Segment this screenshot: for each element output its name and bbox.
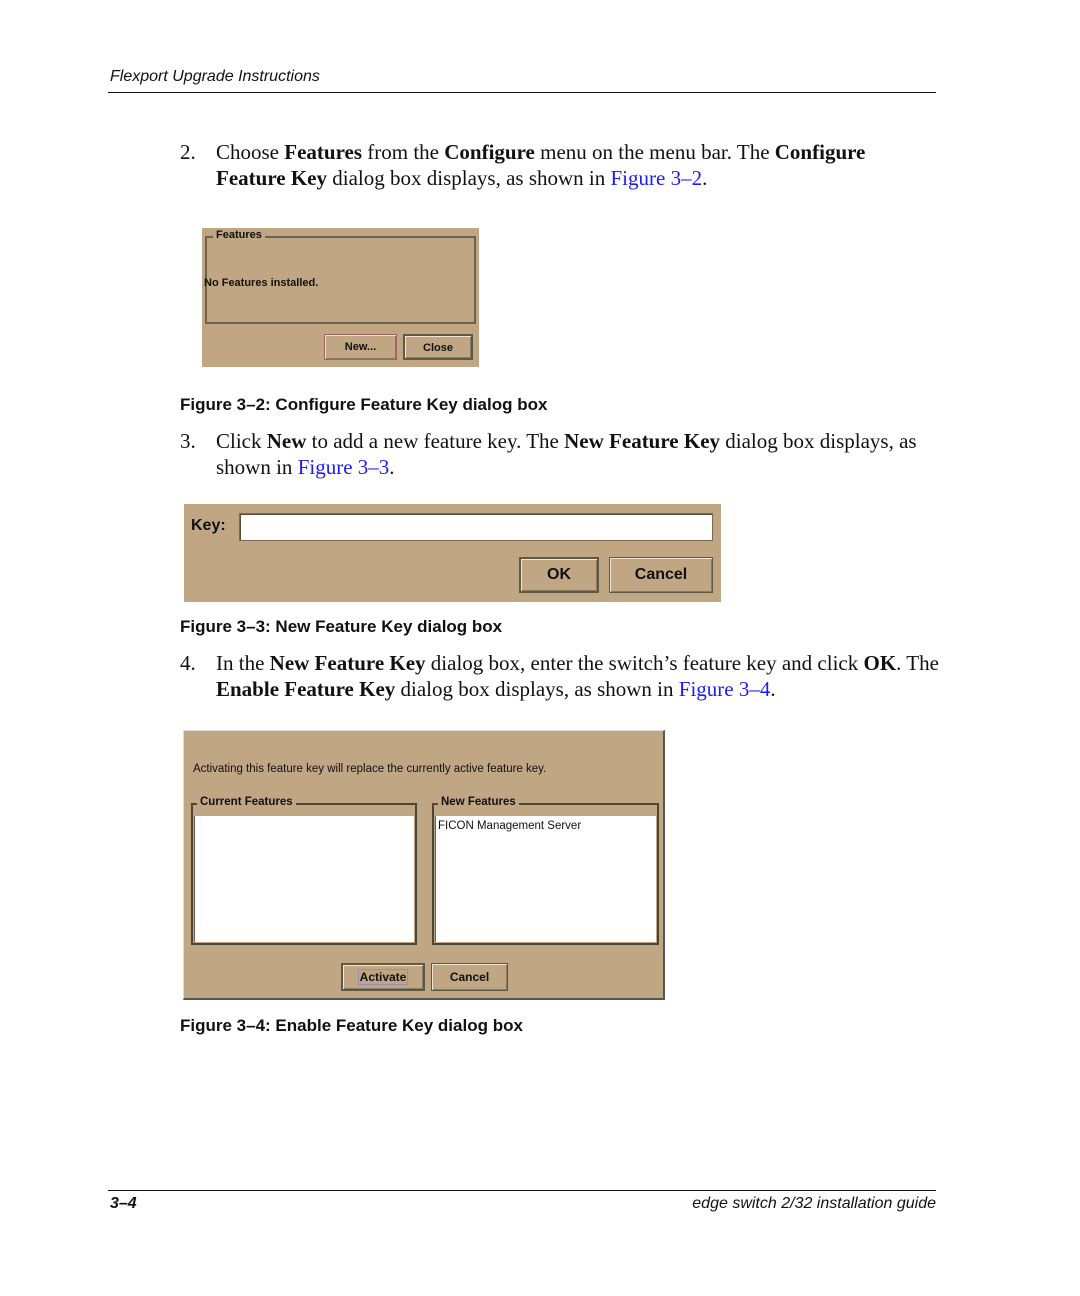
bold-term: Features <box>284 140 363 164</box>
step-text-run: menu on the menu bar. The <box>534 140 775 164</box>
new-features-title: New Features <box>438 796 519 808</box>
new-button-label: New... <box>344 341 377 353</box>
close-button[interactable]: Close <box>403 334 473 360</box>
step-text-run: to add a new feature key. The <box>306 429 565 453</box>
bold-term: Configure <box>444 140 535 164</box>
header-rule <box>108 92 936 93</box>
running-header: Flexport Upgrade Instructions <box>110 68 320 85</box>
configure-feature-key-dialog: Features No Features installed. New... C… <box>202 228 479 367</box>
step-text: Click New to add a new feature key. The … <box>216 428 940 480</box>
figure-link[interactable]: Figure 3–2 <box>611 166 703 190</box>
step-text-run: In the <box>216 651 270 675</box>
step-text-run: . <box>770 677 776 701</box>
step-text: In the New Feature Key dialog box, enter… <box>216 650 940 702</box>
step-number: 2. <box>180 140 196 164</box>
step-number: 4. <box>180 651 196 675</box>
new-button[interactable]: New... <box>324 334 397 360</box>
activate-button-label: Activate <box>357 969 409 985</box>
footer-rule <box>108 1190 936 1191</box>
figure-link[interactable]: Figure 3–3 <box>298 455 390 479</box>
activate-button[interactable]: Activate <box>341 963 425 991</box>
enable-feature-key-dialog: Activating this feature key will replace… <box>183 730 665 1000</box>
step-number: 3. <box>180 429 196 453</box>
step-text-run: Click <box>216 429 267 453</box>
figure-caption-3-3: Figure 3–3: New Feature Key dialog box <box>180 617 503 636</box>
feature-list-item[interactable]: FICON Management Server <box>436 816 656 836</box>
features-group-title: Features <box>213 229 265 241</box>
step-3: 3. Click New to add a new feature key. T… <box>180 428 940 480</box>
step-4: 4. In the New Feature Key dialog box, en… <box>180 650 940 702</box>
bold-term: New <box>266 429 307 453</box>
step-text-run: . <box>389 455 395 479</box>
step-text-run: dialog box displays, as shown in <box>395 677 679 701</box>
book-title: edge switch 2/32 installation guide <box>692 1195 936 1212</box>
current-features-list[interactable] <box>194 816 414 942</box>
bold-term: Enable Feature Key <box>216 677 396 701</box>
figure-link[interactable]: Figure 3–4 <box>679 677 771 701</box>
key-input[interactable] <box>239 513 713 541</box>
current-features-group: Current Features <box>191 796 417 945</box>
step-text-run: dialog box displays, as shown in <box>327 166 611 190</box>
ok-button[interactable]: OK <box>519 557 599 593</box>
step-text-run: . <box>702 166 708 190</box>
new-features-group: New Features FICON Management Server <box>432 796 659 945</box>
current-features-title: Current Features <box>197 796 296 808</box>
step-text-run: from the <box>362 140 445 164</box>
cancel-button[interactable]: Cancel <box>609 557 713 593</box>
key-label: Key: <box>191 517 226 534</box>
step-text-run: . The <box>896 651 939 675</box>
new-features-list[interactable]: FICON Management Server <box>435 816 656 942</box>
page-number: 3–4 <box>110 1195 137 1212</box>
step-2: 2. Choose Features from the Configure me… <box>180 139 940 191</box>
no-features-message: No Features installed. <box>204 277 319 289</box>
figure-caption-3-2: Figure 3–2: Configure Feature Key dialog… <box>180 395 548 414</box>
bold-term: New Feature Key <box>564 429 721 453</box>
step-text-run: dialog box, enter the switch’s feature k… <box>425 651 864 675</box>
step-text-run: Choose <box>216 140 285 164</box>
close-button-label: Close <box>423 342 453 354</box>
cancel-button[interactable]: Cancel <box>431 963 508 991</box>
replace-warning-text: Activating this feature key will replace… <box>193 763 547 775</box>
step-text: Choose Features from the Configure menu … <box>216 139 940 191</box>
new-feature-key-dialog: Key: OK Cancel <box>184 504 721 602</box>
figure-caption-3-4: Figure 3–4: Enable Feature Key dialog bo… <box>180 1016 523 1035</box>
bold-term: OK <box>863 651 897 675</box>
bold-term: New Feature Key <box>269 651 426 675</box>
